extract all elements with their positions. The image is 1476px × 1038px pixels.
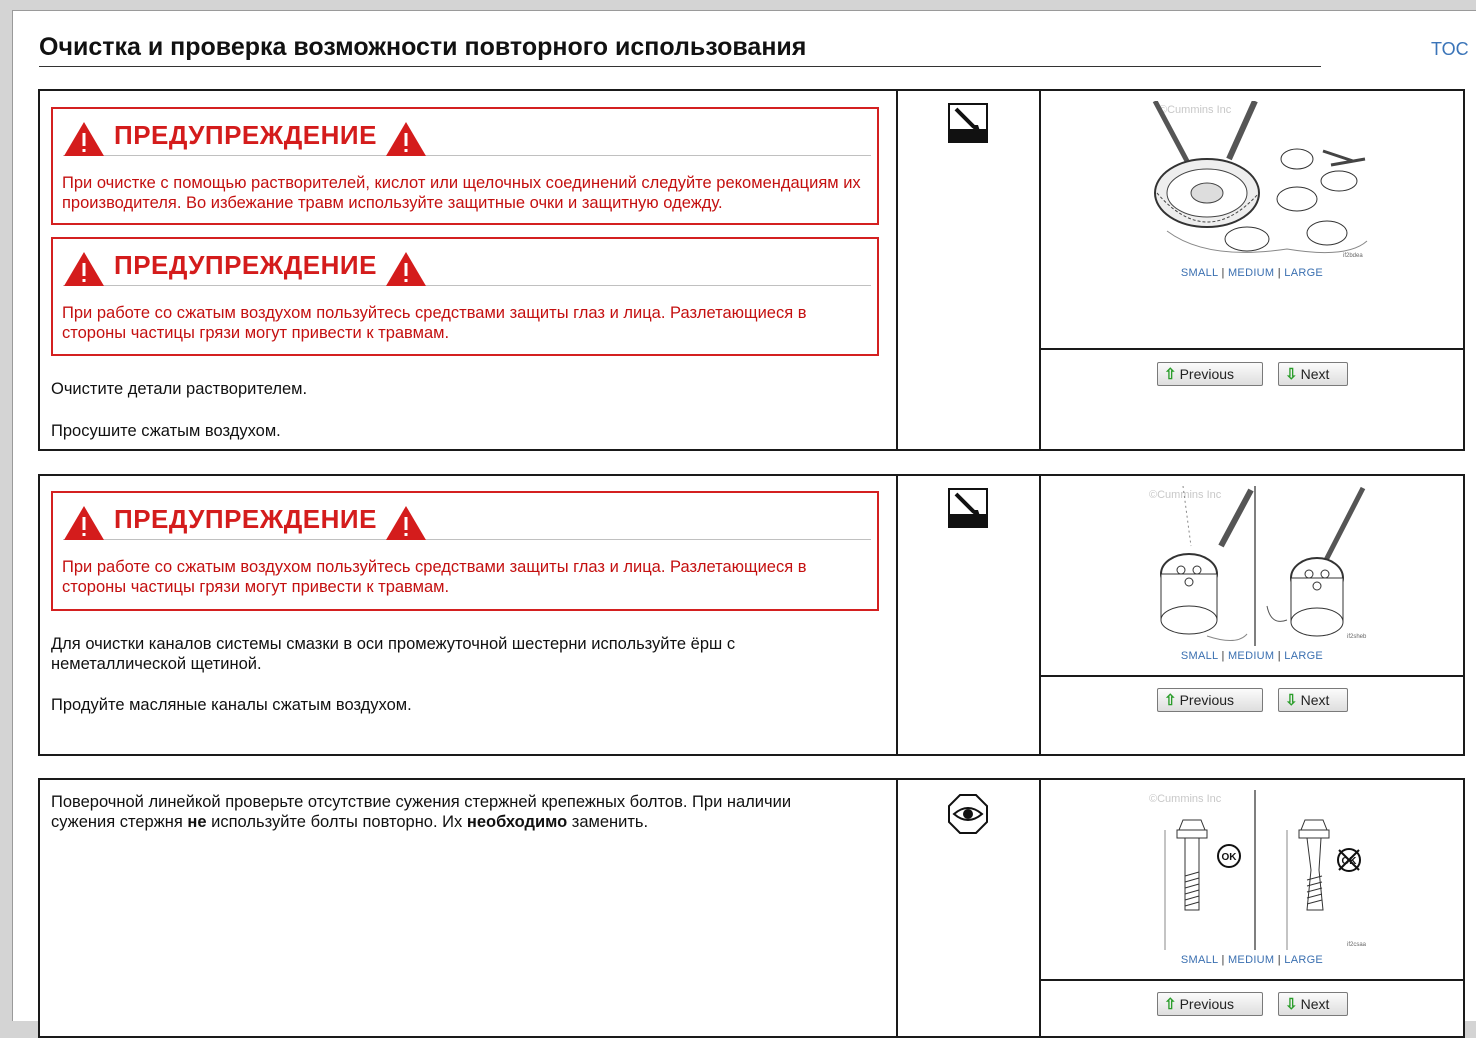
page-body: Очистка и проверка возможности повторног… (12, 10, 1476, 1038)
step-text-cell: Поверочной линейкой проверьте отсутствие… (40, 780, 898, 1036)
cleaning-icon (948, 488, 988, 528)
previous-button[interactable]: ⇧ Previous (1157, 688, 1263, 712)
warning-text: При очистке с помощью растворителей, кис… (62, 174, 861, 212)
svg-text:OK: OK (1222, 852, 1238, 863)
idler-shaft-cleaning-illustration[interactable]: ©Cummins Inc if2sheb (1147, 486, 1373, 646)
warning-title: ПРЕДУПРЕЖДЕНИЕ (114, 250, 377, 280)
arrow-up-icon: ⇧ (1164, 692, 1177, 709)
image-size-large-link[interactable]: LARGE (1284, 954, 1323, 966)
svg-text:if2bdea: if2bdea (1343, 253, 1363, 259)
warning-header: ПРЕДУПРЕЖДЕНИЕ (63, 115, 871, 156)
step-icon-cell (898, 780, 1041, 1036)
cleaning-icon (948, 103, 988, 143)
arrow-up-icon: ⇧ (1164, 366, 1177, 383)
svg-text:©Cummins Inc: ©Cummins Inc (1159, 104, 1232, 116)
emphasis-text: необходимо (466, 813, 568, 831)
warning-triangle-icon (64, 506, 104, 540)
instruction-text: Очистите детали растворителем. (51, 380, 308, 398)
next-button[interactable]: ⇩ Next (1278, 688, 1348, 712)
image-size-small-link[interactable]: SMALL (1181, 954, 1218, 966)
instruction-text: Поверочной линейкой проверьте отсутствие… (51, 793, 792, 831)
image-size-medium-link[interactable]: MEDIUM (1228, 954, 1274, 966)
arrow-up-icon: ⇧ (1164, 996, 1177, 1013)
step-text-cell: ПРЕДУПРЕЖДЕНИЕ При работе со сжатым возд… (40, 476, 898, 754)
svg-text:©Cummins Inc: ©Cummins Inc (1149, 489, 1222, 501)
step-nav: ⇧ Previous ⇩ Next (1041, 981, 1463, 1036)
warning-text: При работе со сжатым воздухом пользуйтес… (62, 558, 807, 596)
instruction-text: Продуйте масляные каналы сжатым воздухом… (51, 696, 412, 714)
warning-box: ПРЕДУПРЕЖДЕНИЕ При работе со сжатым возд… (51, 491, 879, 611)
next-button[interactable]: ⇩ Next (1278, 362, 1348, 386)
procedure-step: ПРЕДУПРЕЖДЕНИЕ При очистке с помощью рас… (38, 89, 1465, 451)
image-size-links: SMALL | MEDIUM | LARGE (1180, 650, 1324, 662)
step-figure-cell: ©Cummins Inc if2bdea SMALL | MEDIUM | LA… (1041, 91, 1463, 449)
step-nav: ⇧ Previous ⇩ Next (1041, 677, 1463, 754)
warning-text: При работе со сжатым воздухом пользуйтес… (62, 304, 807, 342)
image-size-large-link[interactable]: LARGE (1284, 267, 1323, 279)
figure-area: ©Cummins Inc if2sheb SMALL | MEDIUM | LA… (1041, 476, 1463, 677)
step-nav: ⇧ Previous ⇩ Next (1041, 350, 1463, 449)
page-title: Очистка и проверка возможности повторног… (39, 33, 1321, 67)
svg-text:if2sheb: if2sheb (1347, 634, 1367, 640)
image-size-small-link[interactable]: SMALL (1181, 650, 1218, 662)
previous-button[interactable]: ⇧ Previous (1157, 362, 1263, 386)
next-button[interactable]: ⇩ Next (1278, 992, 1348, 1016)
image-size-medium-link[interactable]: MEDIUM (1228, 650, 1274, 662)
figure-area: ©Cummins Inc if2bdea SMALL | MEDIUM | LA… (1041, 91, 1463, 350)
instruction-text: Для очистки каналов системы смазки в оси… (51, 635, 736, 673)
warning-triangle-icon (386, 122, 426, 156)
warning-header: ПРЕДУПРЕЖДЕНИЕ (63, 499, 871, 540)
svg-text:if2csaa: if2csaa (1347, 942, 1367, 948)
warning-triangle-icon (64, 122, 104, 156)
previous-button[interactable]: ⇧ Previous (1157, 992, 1263, 1016)
warning-triangle-icon (386, 252, 426, 286)
step-figure-cell: ©Cummins Inc OK OK if2csaa SMALL | MEDIU… (1041, 780, 1463, 1036)
image-size-links: SMALL | MEDIUM | LARGE (1180, 267, 1324, 279)
image-size-large-link[interactable]: LARGE (1284, 650, 1323, 662)
instruction-text: Просушите сжатым воздухом. (51, 422, 281, 440)
step-figure-cell: ©Cummins Inc if2sheb SMALL | MEDIUM | LA… (1041, 476, 1463, 754)
procedure-step: ПРЕДУПРЕЖДЕНИЕ При работе со сжатым возд… (38, 474, 1465, 756)
image-size-links: SMALL | MEDIUM | LARGE (1180, 954, 1324, 966)
warning-header: ПРЕДУПРЕЖДЕНИЕ (63, 245, 871, 286)
emphasis-text: не (187, 813, 207, 831)
svg-text:©Cummins Inc: ©Cummins Inc (1149, 793, 1222, 805)
figure-area: ©Cummins Inc OK OK if2csaa SMALL | MEDIU… (1041, 780, 1463, 981)
step-icon-cell (898, 91, 1041, 449)
gear-cleaning-illustration[interactable]: ©Cummins Inc if2bdea (1147, 101, 1373, 261)
toc-link[interactable]: TOC (1431, 39, 1469, 60)
step-icon-cell (898, 476, 1041, 754)
eye-inspect-icon (948, 794, 988, 834)
arrow-down-icon: ⇩ (1285, 366, 1298, 383)
warning-box: ПРЕДУПРЕЖДЕНИЕ При работе со сжатым возд… (51, 237, 879, 356)
image-size-small-link[interactable]: SMALL (1181, 267, 1218, 279)
arrow-down-icon: ⇩ (1285, 996, 1298, 1013)
step-text-cell: ПРЕДУПРЕЖДЕНИЕ При очистке с помощью рас… (40, 91, 898, 449)
procedure-step: Поверочной линейкой проверьте отсутствие… (38, 778, 1465, 1038)
bolt-inspection-illustration[interactable]: ©Cummins Inc OK OK if2csaa (1147, 790, 1373, 950)
warning-triangle-icon (64, 252, 104, 286)
warning-title: ПРЕДУПРЕЖДЕНИЕ (114, 504, 377, 534)
warning-box: ПРЕДУПРЕЖДЕНИЕ При очистке с помощью рас… (51, 107, 879, 225)
arrow-down-icon: ⇩ (1285, 692, 1298, 709)
warning-triangle-icon (386, 506, 426, 540)
image-size-medium-link[interactable]: MEDIUM (1228, 267, 1274, 279)
warning-title: ПРЕДУПРЕЖДЕНИЕ (114, 120, 377, 150)
